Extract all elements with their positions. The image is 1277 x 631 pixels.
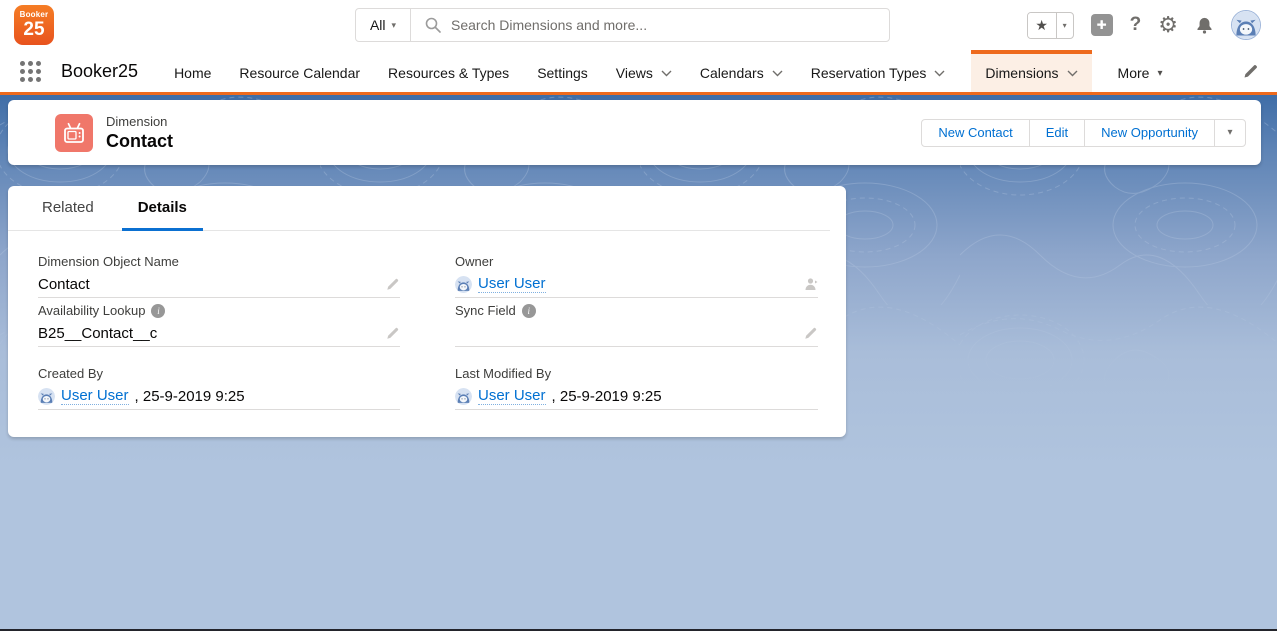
edit-button[interactable]: Edit [1029, 119, 1085, 147]
booker25-logo: Booker 25 [14, 5, 54, 45]
record-meta: Dimension Contact [106, 114, 173, 152]
favorites-dropdown-icon[interactable]: ▾ [1056, 13, 1073, 38]
info-icon[interactable]: i [151, 304, 165, 318]
nav-item-views[interactable]: Views [614, 50, 674, 92]
nav-item-resource-calendar[interactable]: Resource Calendar [237, 50, 362, 92]
field-label: Sync Field [455, 302, 516, 320]
user-avatar [38, 388, 55, 405]
edit-navigation-pencil-icon[interactable] [1243, 63, 1259, 79]
field-availability-lookup: Availability Lookup i B25__Contact__c [38, 302, 400, 347]
search-scope-label: All [370, 17, 386, 33]
field-created-by: Created By User User , 25-9-2019 9:25 [38, 365, 400, 410]
salesforce-app: Booker 25 All ▾ ★ ▾ ✚ ? ⚙ [0, 0, 1277, 631]
nav-item-more[interactable]: More ▾ [1116, 50, 1165, 92]
logo-text-bottom: 25 [23, 20, 44, 39]
setup-gear-icon[interactable]: ⚙ [1158, 14, 1178, 36]
entity-label: Dimension [106, 114, 173, 129]
favorites-button-group: ★ ▾ [1027, 12, 1074, 39]
logo-text-top: Booker [20, 11, 49, 19]
field-label: Owner [455, 253, 818, 271]
nav-item-settings[interactable]: Settings [535, 50, 590, 92]
caret-down-icon: ▾ [1157, 68, 1162, 79]
search-icon [425, 17, 441, 33]
nav-item-home[interactable]: Home [172, 50, 213, 92]
tab-related[interactable]: Related [26, 186, 110, 231]
tab-details[interactable]: Details [122, 186, 203, 231]
favorite-star-icon[interactable]: ★ [1028, 13, 1056, 38]
field-value: B25__Contact__c [38, 325, 157, 342]
search-input[interactable] [451, 17, 889, 33]
chevron-down-icon [772, 70, 783, 77]
edit-pencil-icon[interactable] [804, 326, 818, 340]
field-sync-field: Sync Field i [455, 302, 818, 347]
main-content: Dimension Contact New Contact Edit New O… [0, 95, 1277, 631]
search-scope-selector[interactable]: All ▾ [356, 9, 411, 41]
help-question-icon[interactable]: ? [1130, 14, 1142, 36]
edit-pencil-icon[interactable] [386, 326, 400, 340]
user-avatar [455, 276, 472, 293]
field-label: Last Modified By [455, 365, 818, 383]
nav-item-reservation-types[interactable]: Reservation Types [809, 50, 948, 92]
nav-item-calendars[interactable]: Calendars [698, 50, 785, 92]
new-contact-button[interactable]: New Contact [921, 119, 1029, 147]
record-title: Contact [106, 131, 173, 152]
app-launcher-waffle-icon[interactable] [20, 61, 41, 82]
chevron-down-icon [934, 70, 945, 77]
field-owner: Owner User User [455, 253, 818, 298]
chevron-down-icon: ▾ [392, 20, 397, 31]
last-modified-by-user-link[interactable]: User User [478, 387, 546, 405]
detail-fields: Dimension Object Name Contact Owner User… [8, 231, 846, 414]
nav-items: Home Resource Calendar Resources & Types… [172, 50, 1164, 92]
last-modified-date: , 25-9-2019 9:25 [552, 388, 662, 405]
record-detail-card: Related Details Dimension Object Name Co… [8, 186, 846, 437]
app-name: Booker25 [61, 61, 138, 82]
nav-item-dimensions[interactable]: Dimensions [971, 50, 1091, 92]
info-icon[interactable]: i [522, 304, 536, 318]
record-tabs: Related Details [8, 186, 830, 231]
change-owner-icon[interactable] [804, 277, 818, 291]
global-search: All ▾ [355, 8, 890, 42]
field-dimension-object-name: Dimension Object Name Contact [38, 253, 400, 298]
owner-user-link[interactable]: User User [478, 275, 546, 293]
field-label: Created By [38, 365, 400, 383]
created-date: , 25-9-2019 9:25 [135, 388, 245, 405]
edit-pencil-icon[interactable] [386, 277, 400, 291]
user-avatar[interactable] [1231, 10, 1261, 40]
field-last-modified-by: Last Modified By User User , 25-9-2019 9… [455, 365, 818, 410]
header-utility-icons: ★ ▾ ✚ ? ⚙ [1027, 0, 1261, 50]
field-label: Availability Lookup [38, 302, 145, 320]
dimension-tv-icon [55, 114, 93, 152]
field-label: Dimension Object Name [38, 253, 400, 271]
global-actions-plus-icon[interactable]: ✚ [1091, 14, 1113, 36]
app-navigation-bar: Booker25 Home Resource Calendar Resource… [0, 50, 1277, 95]
new-opportunity-button[interactable]: New Opportunity [1084, 119, 1215, 147]
global-header: Booker 25 All ▾ ★ ▾ ✚ ? ⚙ [0, 0, 1277, 50]
record-header-card: Dimension Contact New Contact Edit New O… [8, 100, 1261, 165]
created-by-user-link[interactable]: User User [61, 387, 129, 405]
notifications-bell-icon[interactable] [1195, 16, 1214, 35]
user-avatar [455, 388, 472, 405]
chevron-down-icon [1067, 70, 1078, 77]
field-value: Contact [38, 276, 90, 293]
record-action-buttons: New Contact Edit New Opportunity ▾ [921, 119, 1246, 147]
nav-item-resources-types[interactable]: Resources & Types [386, 50, 511, 92]
more-actions-dropdown-icon[interactable]: ▾ [1214, 119, 1246, 147]
chevron-down-icon [661, 70, 672, 77]
